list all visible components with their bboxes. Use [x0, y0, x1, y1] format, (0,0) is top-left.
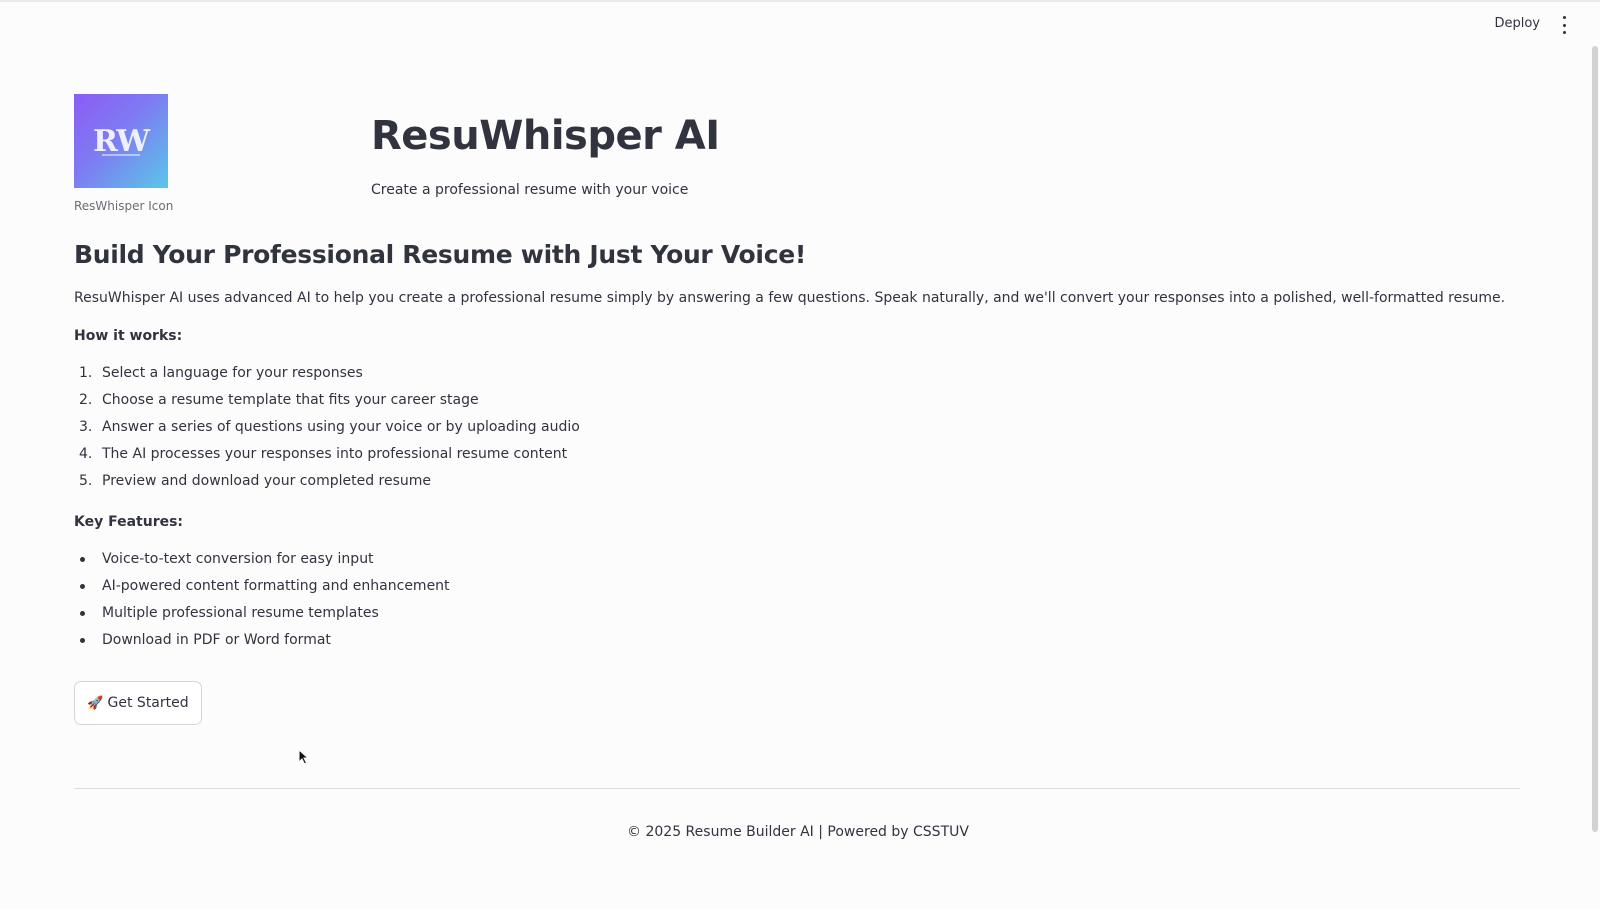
- get-started-label: Get Started: [107, 695, 189, 711]
- step-number: 2.: [79, 392, 93, 408]
- bullet-icon: [80, 584, 85, 589]
- step-number: 5.: [79, 473, 93, 489]
- step-text: The AI processes your responses into pro…: [102, 446, 568, 462]
- page-scrollbar[interactable]: [1592, 46, 1598, 832]
- app-header: Deploy: [0, 0, 1600, 46]
- bullet-icon: [80, 638, 85, 643]
- how-it-works-label: How it works:: [74, 328, 183, 344]
- list-item: 5. Preview and download your completed re…: [74, 473, 580, 500]
- mouse-cursor-icon: [298, 749, 310, 765]
- feature-text: Multiple professional resume templates: [102, 605, 379, 621]
- step-number: 4.: [79, 446, 93, 462]
- features-list: Voice-to-text conversion for easy input …: [74, 551, 450, 659]
- app-logo: RW: [74, 94, 168, 188]
- list-item: Download in PDF or Word format: [74, 632, 450, 659]
- logo-underline: [102, 154, 140, 156]
- list-item: 1. Select a language for your responses: [74, 365, 580, 392]
- section-headline: Build Your Professional Resume with Just…: [74, 240, 806, 269]
- rocket-icon: 🚀: [87, 695, 104, 711]
- bullet-icon: [80, 611, 85, 616]
- kebab-menu-icon[interactable]: [1556, 16, 1572, 34]
- footer-divider: [74, 788, 1520, 789]
- get-started-button[interactable]: 🚀 Get Started: [74, 681, 202, 725]
- bullet-icon: [80, 557, 85, 562]
- key-features-label: Key Features:: [74, 514, 184, 530]
- list-item: AI-powered content formatting and enhanc…: [74, 578, 450, 605]
- menu-dot: [1562, 16, 1566, 19]
- list-item: Voice-to-text conversion for easy input: [74, 551, 450, 578]
- logo-caption: ResWhisper Icon: [74, 199, 174, 213]
- logo-block: RW ResWhisper Icon: [74, 94, 174, 213]
- step-number: 3.: [79, 419, 93, 435]
- page-subtitle: Create a professional resume with your v…: [371, 182, 689, 198]
- step-text: Select a language for your responses: [102, 365, 363, 381]
- step-text: Choose a resume template that fits your …: [102, 392, 479, 408]
- list-item: Multiple professional resume templates: [74, 605, 450, 632]
- list-item: 4. The AI processes your responses into p…: [74, 446, 580, 473]
- steps-list: 1. Select a language for your responses 2…: [74, 365, 580, 500]
- feature-text: Download in PDF or Word format: [102, 632, 331, 648]
- feature-text: Voice-to-text conversion for easy input: [102, 551, 374, 567]
- feature-text: AI-powered content formatting and enhanc…: [102, 578, 450, 594]
- menu-dot: [1562, 31, 1566, 34]
- step-text: Preview and download your completed resu…: [102, 473, 432, 489]
- deploy-button[interactable]: Deploy: [1494, 16, 1540, 31]
- menu-dot: [1562, 23, 1566, 27]
- step-number: 1.: [79, 365, 93, 381]
- footer-text: © 2025 Resume Builder AI | Powered by CS…: [627, 824, 969, 840]
- list-item: 2. Choose a resume template that fits you…: [74, 392, 580, 419]
- page-title: ResuWhisper AI: [371, 113, 720, 159]
- step-text: Answer a series of questions using your …: [102, 419, 580, 435]
- intro-paragraph: ResuWhisper AI uses advanced AI to help …: [74, 290, 1506, 306]
- list-item: 3. Answer a series of questions using you…: [74, 419, 580, 446]
